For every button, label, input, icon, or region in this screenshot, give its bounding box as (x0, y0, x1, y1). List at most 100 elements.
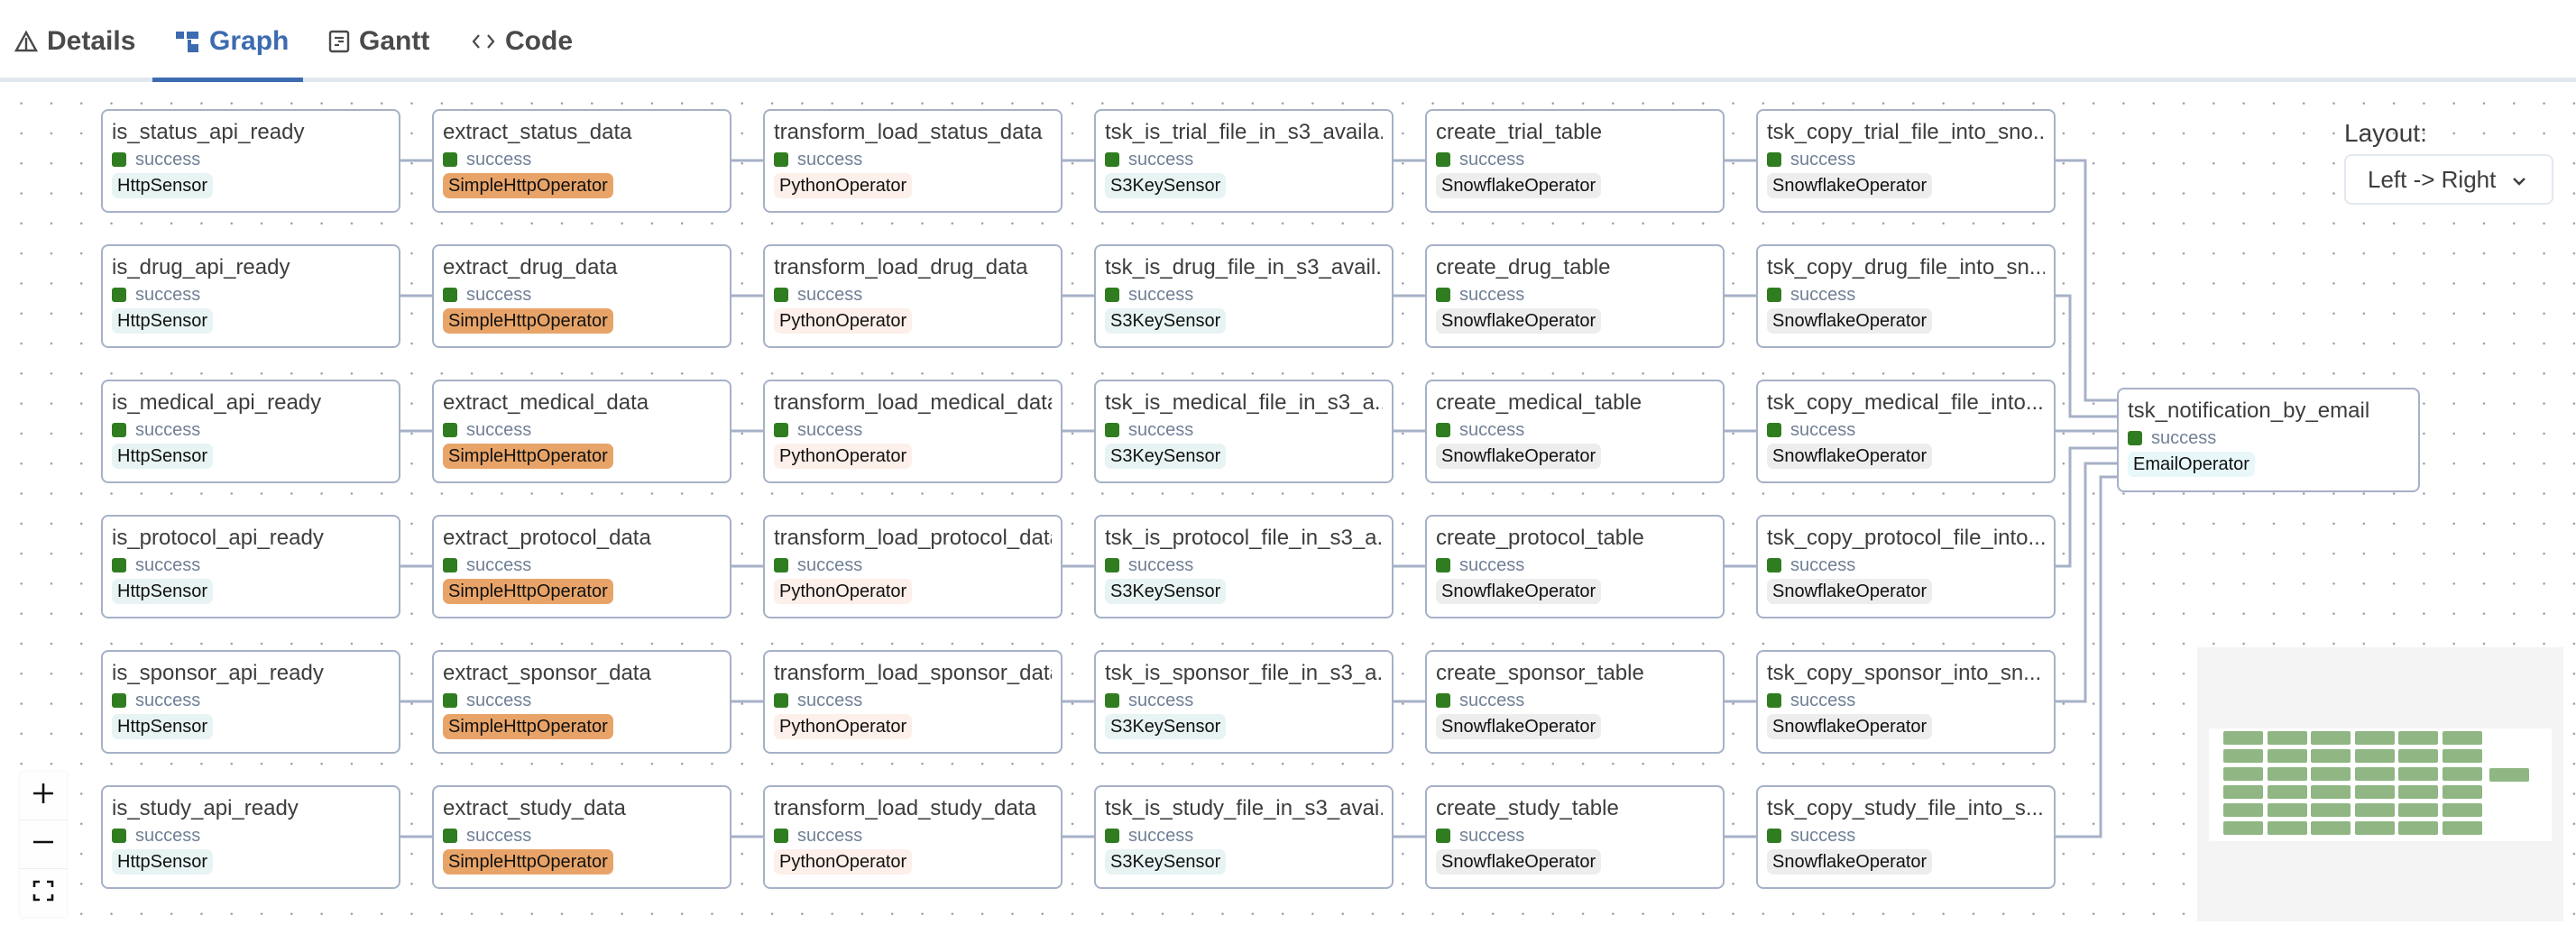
operator-badge: PythonOperator (774, 444, 913, 469)
tab-details[interactable]: Details (14, 23, 135, 60)
task-node[interactable]: tsk_copy_sponsor_into_sn... success Snowfl… (1756, 650, 2056, 754)
status-text: success (797, 554, 863, 575)
operator-badge: SnowflakeOperator (1767, 173, 1933, 198)
task-title: is_medical_api_ready (112, 390, 322, 415)
task-node[interactable]: transform_load_drug_data success PythonOpe… (763, 244, 1063, 348)
task-node[interactable]: create_protocol_table success SnowflakeOpe… (1425, 515, 1725, 618)
task-status: success (112, 825, 390, 847)
operator-badge: SnowflakeOperator (1436, 444, 1602, 469)
task-node[interactable]: tsk_is_trial_file_in_s3_availa... success… (1094, 109, 1394, 213)
task-node[interactable]: extract_drug_datasuccess SimpleHttpOperat… (432, 244, 731, 348)
zoom-out-button[interactable] (20, 820, 67, 869)
task-node[interactable]: transform_load_protocol_data success Pytho… (763, 515, 1063, 618)
task-status: success (2128, 427, 2409, 449)
status-indicator-icon (774, 423, 788, 437)
task-node[interactable]: transform_load_status_data success PythonO… (763, 109, 1063, 213)
task-node[interactable]: transform_load_sponsor_data success Python… (763, 650, 1063, 754)
task-node[interactable]: create_sponsor_table success SnowflakeOper… (1425, 650, 1725, 754)
zoom-in-button[interactable] (20, 772, 67, 820)
task-node[interactable]: create_drug_table success SnowflakeOperato… (1425, 244, 1725, 348)
minimap[interactable] (2197, 647, 2563, 921)
status-indicator-icon (774, 693, 788, 708)
operator-badge: S3KeySensor (1105, 444, 1227, 469)
task-status: success (112, 419, 390, 441)
task-status: success (443, 419, 721, 441)
task-node[interactable]: create_trial_table success SnowflakeOperat… (1425, 109, 1725, 213)
status-indicator-icon (112, 152, 126, 167)
task-node[interactable]: transform_load_study_data success PythonOp… (763, 785, 1063, 889)
status-text: success (135, 284, 201, 305)
task-node-notification[interactable]: tsk_notification_by_email success EmailO… (2117, 388, 2420, 492)
task-node[interactable]: tsk_copy_medical_file_into... success Snow… (1756, 380, 2056, 483)
tab-gantt[interactable]: Gantt (328, 23, 429, 60)
task-node[interactable]: tsk_copy_trial_file_into_sno... success Sn… (1756, 109, 2056, 213)
status-indicator-icon (774, 152, 788, 167)
task-status: success (774, 554, 1052, 576)
task-node[interactable]: tsk_is_study_file_in_s3_avai... success S3… (1094, 785, 1394, 889)
operator-badge: SimpleHttpOperator (443, 308, 613, 334)
operator-badge: SnowflakeOperator (1436, 849, 1602, 875)
minimap-node (2223, 803, 2263, 817)
status-indicator-icon (1767, 829, 1781, 843)
operator-badge: SnowflakeOperator (1436, 579, 1602, 604)
status-indicator-icon (1436, 423, 1450, 437)
task-node[interactable]: tsk_is_drug_file_in_s3_avail... success S3… (1094, 244, 1394, 348)
tab-code[interactable]: Code (471, 23, 573, 60)
task-title: create_medical_table (1436, 390, 1642, 415)
layout-select[interactable]: Left -> Right (2344, 154, 2553, 205)
task-node[interactable]: extract_status_data success SimpleHttpOper… (432, 109, 731, 213)
task-status: success (1767, 149, 2045, 170)
task-node[interactable]: is_protocol_api_ready success HttpSensor (101, 515, 400, 618)
task-node[interactable]: is_status_api_ready success HttpSensor (101, 109, 400, 213)
status-indicator-icon (774, 288, 788, 302)
task-title: extract_drug_data (443, 255, 618, 279)
task-node[interactable]: tsk_copy_protocol_file_into... success Sno… (1756, 515, 2056, 618)
status-text: success (1128, 419, 1194, 440)
task-node[interactable]: tsk_copy_drug_file_into_sn... success Snow… (1756, 244, 2056, 348)
task-node[interactable]: is_medical_api_readysuccess HttpSensor (101, 380, 400, 483)
task-status: success (774, 690, 1052, 711)
status-indicator-icon (774, 558, 788, 572)
task-node[interactable]: create_medical_table success SnowflakeOper… (1425, 380, 1725, 483)
status-text: success (1128, 149, 1194, 169)
minimap-node (2311, 785, 2351, 799)
task-title: tsk_is_sponsor_file_in_s3_a... (1105, 661, 1383, 685)
task-node[interactable]: tsk_is_protocol_file_in_s3_a... success S3… (1094, 515, 1394, 618)
task-node[interactable]: create_study_table success SnowflakeOperat… (1425, 785, 1725, 889)
status-indicator-icon (2128, 431, 2142, 445)
status-text: success (466, 690, 532, 710)
task-node[interactable]: tsk_copy_study_file_into_s... success Snow… (1756, 785, 2056, 889)
operator-badge: HttpSensor (112, 444, 214, 469)
status-text: success (466, 284, 532, 305)
task-status: success (1767, 690, 2045, 711)
status-indicator-icon (1105, 829, 1119, 843)
minimap-node (2442, 749, 2482, 763)
task-title: extract_status_data (443, 120, 632, 144)
task-status: success (112, 284, 390, 306)
task-node[interactable]: transform_load_medical_data success Python… (763, 380, 1063, 483)
task-node[interactable]: tsk_is_medical_file_in_s3_a... success S3K… (1094, 380, 1394, 483)
task-node[interactable]: extract_medical_data success SimpleHttpOpe… (432, 380, 731, 483)
status-text: success (1459, 825, 1525, 846)
task-title: tsk_copy_drug_file_into_sn... (1767, 255, 2045, 279)
task-node[interactable]: is_sponsor_api_ready success HttpSensor (101, 650, 400, 754)
status-text: success (797, 284, 863, 305)
task-status: success (443, 284, 721, 306)
minimap-node (2354, 767, 2395, 781)
task-node[interactable]: extract_sponsor_data success SimpleHttpOpe… (432, 650, 731, 754)
tab-graph[interactable]: Graph (175, 23, 289, 60)
fit-view-button[interactable] (20, 869, 67, 917)
task-node[interactable]: is_study_api_ready success HttpSensor (101, 785, 400, 889)
task-status: success (112, 690, 390, 711)
task-node[interactable]: extract_study_data success SimpleHttpOpera… (432, 785, 731, 889)
task-title: tsk_copy_protocol_file_into... (1767, 526, 2045, 550)
task-node[interactable]: extract_protocol_data success SimpleHttpOp… (432, 515, 731, 618)
status-indicator-icon (1105, 152, 1119, 167)
operator-badge: SnowflakeOperator (1767, 714, 1933, 739)
status-indicator-icon (443, 152, 457, 167)
task-node[interactable]: tsk_is_sponsor_file_in_s3_a... success S3K… (1094, 650, 1394, 754)
task-title: extract_protocol_data (443, 526, 651, 550)
status-indicator-icon (1436, 693, 1450, 708)
task-node[interactable]: is_drug_api_ready success HttpSensor (101, 244, 400, 348)
minimap-node (2311, 821, 2351, 835)
